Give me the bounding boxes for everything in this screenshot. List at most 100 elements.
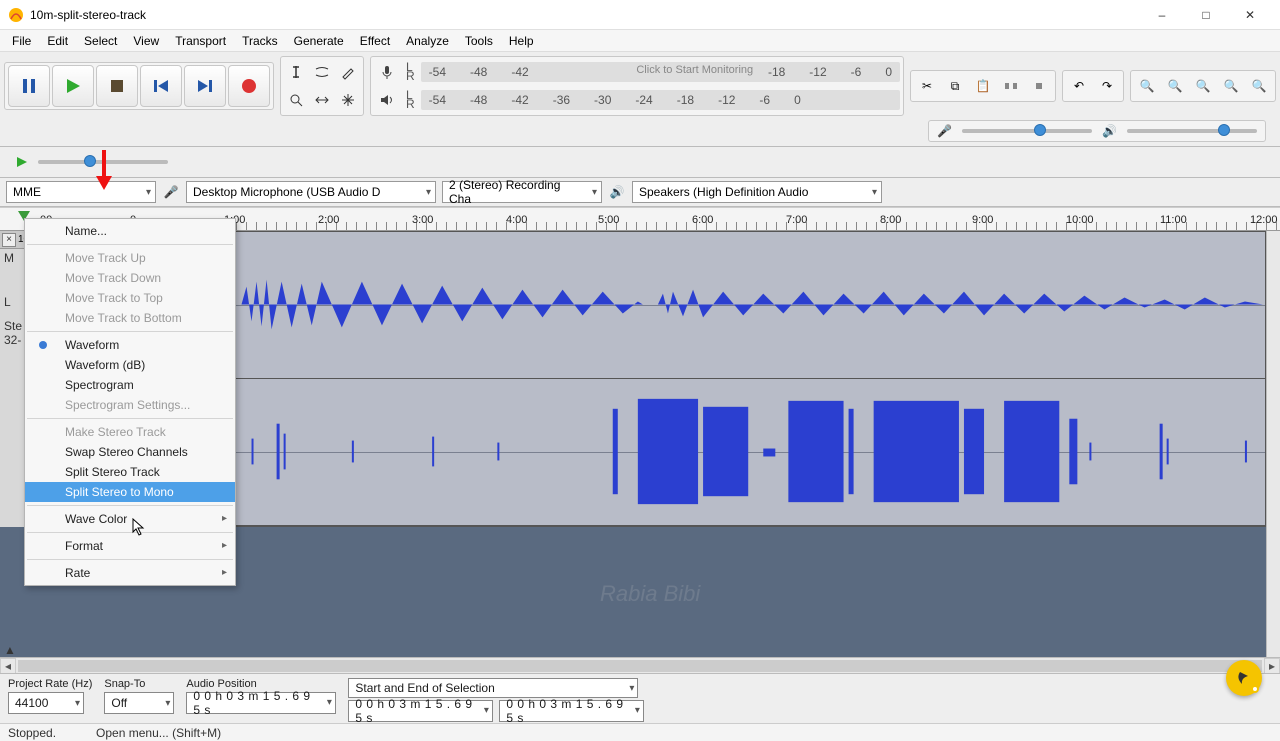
menu-effect[interactable]: Effect [352, 32, 398, 50]
menu-wave-color[interactable]: Wave Color▸ [25, 509, 235, 529]
timeshift-tool-icon[interactable] [309, 87, 335, 113]
project-rate-dropdown[interactable]: 44100 [8, 692, 84, 714]
fit-project-icon[interactable]: 🔍 [1218, 73, 1244, 99]
mic-icon[interactable] [374, 59, 400, 85]
maximize-button[interactable]: □ [1184, 0, 1228, 30]
close-button[interactable]: ✕ [1228, 0, 1272, 30]
vertical-scrollbar[interactable] [1266, 231, 1280, 673]
recording-volume-slider[interactable] [962, 129, 1092, 133]
track-collapse-icon[interactable]: ▲ [4, 643, 16, 655]
audio-position-field[interactable]: 0 0 h 0 3 m 1 5 . 6 9 5 s [186, 692, 336, 714]
play-at-speed-button[interactable] [12, 152, 32, 172]
copy-icon[interactable]: ⧉ [942, 73, 968, 99]
selection-tool-icon[interactable] [283, 59, 309, 85]
scroll-left-icon[interactable]: ◂ [0, 658, 16, 674]
status-hint: Open menu... (Shift+M) [96, 726, 221, 740]
menu-move-top: Move Track to Top [25, 288, 235, 308]
zoom-toggle-icon[interactable]: 🔍 [1246, 73, 1272, 99]
device-toolbar: MME 🎤 Desktop Microphone (USB Audio D 2 … [0, 178, 1280, 207]
menu-view[interactable]: View [125, 32, 167, 50]
play-speaker-icon: 🔊 [1102, 124, 1117, 138]
track-close-button[interactable]: × [2, 233, 16, 247]
snap-to-dropdown[interactable]: Off [104, 692, 174, 714]
device-toolbar-row [0, 147, 1280, 178]
silence-icon[interactable] [1026, 73, 1052, 99]
waveform-right-channel[interactable] [101, 379, 1265, 526]
menu-move-down: Move Track Down [25, 268, 235, 288]
playback-device-dropdown[interactable]: Speakers (High Definition Audio [632, 181, 882, 203]
horizontal-scrollbar[interactable]: ◂ ▸ [0, 657, 1280, 673]
play-speed-slider[interactable] [38, 160, 168, 164]
overlay-badge-icon [1226, 660, 1262, 696]
menu-edit[interactable]: Edit [39, 32, 76, 50]
zoom-toolbar: 🔍 🔍 🔍 🔍 🔍 [1130, 70, 1276, 102]
undo-toolbar: ↶ ↷ [1062, 70, 1124, 102]
cut-icon[interactable]: ✂ [914, 73, 940, 99]
menu-rate[interactable]: Rate▸ [25, 563, 235, 583]
scrollbar-thumb[interactable] [18, 660, 1262, 672]
zoom-tool-icon[interactable] [283, 87, 309, 113]
menu-waveform-db[interactable]: Waveform (dB) [25, 355, 235, 375]
menu-waveform[interactable]: Waveform [25, 335, 235, 355]
recording-channels-dropdown[interactable]: 2 (Stereo) Recording Cha [442, 181, 602, 203]
menu-name[interactable]: Name... [25, 221, 235, 241]
menu-transport[interactable]: Transport [167, 32, 234, 50]
recording-meter[interactable]: -54 -48 -42 Click to Start Monitoring -1… [421, 62, 900, 82]
menu-move-up: Move Track Up [25, 248, 235, 268]
play-lr-label: LR [406, 91, 415, 109]
menu-file[interactable]: File [4, 32, 39, 50]
selection-mode-dropdown[interactable]: Start and End of Selection [348, 678, 638, 698]
skip-start-button[interactable] [140, 65, 182, 107]
zoom-out-icon[interactable]: 🔍 [1162, 73, 1188, 99]
selection-start-field[interactable]: 0 0 h 0 3 m 1 5 . 6 9 5 s [348, 700, 493, 722]
app-logo-icon [8, 7, 24, 23]
skip-end-button[interactable] [184, 65, 226, 107]
recording-device-dropdown[interactable]: Desktop Microphone (USB Audio D [186, 181, 436, 203]
menu-move-bottom: Move Track to Bottom [25, 308, 235, 328]
scroll-right-icon[interactable]: ▸ [1264, 658, 1280, 674]
rec-lr-label: LR [406, 63, 415, 81]
fit-selection-icon[interactable]: 🔍 [1190, 73, 1216, 99]
paste-icon[interactable]: 📋 [970, 73, 996, 99]
redo-icon[interactable]: ↷ [1094, 73, 1120, 99]
menu-tracks[interactable]: Tracks [234, 32, 286, 50]
edit-toolbar: ✂ ⧉ 📋 [910, 70, 1056, 102]
rec-device-icon: 🎤 [162, 183, 180, 201]
menu-generate[interactable]: Generate [286, 32, 352, 50]
menu-format[interactable]: Format▸ [25, 536, 235, 556]
playback-volume-slider[interactable] [1127, 129, 1257, 133]
menu-help[interactable]: Help [501, 32, 542, 50]
play-button[interactable] [52, 65, 94, 107]
menu-spectrogram[interactable]: Spectrogram [25, 375, 235, 395]
window-title: 10m-split-stereo-track [30, 8, 146, 22]
waveform-display[interactable] [100, 231, 1266, 527]
envelope-tool-icon[interactable] [309, 59, 335, 85]
waveform-left-channel[interactable] [101, 232, 1265, 379]
track-context-menu: Name... Move Track Up Move Track Down Mo… [24, 218, 236, 586]
project-rate-label: Project Rate (Hz) [8, 678, 92, 690]
selection-toolbar: Project Rate (Hz) 44100 Snap-To Off Audi… [0, 673, 1280, 723]
trim-icon[interactable] [998, 73, 1024, 99]
menu-spectrogram-settings: Spectrogram Settings... [25, 395, 235, 415]
undo-icon[interactable]: ↶ [1066, 73, 1092, 99]
menu-split-stereo[interactable]: Split Stereo Track [25, 462, 235, 482]
audio-host-dropdown[interactable]: MME [6, 181, 156, 203]
record-button[interactable] [228, 65, 270, 107]
menu-tools[interactable]: Tools [457, 32, 501, 50]
playback-meter[interactable]: -54 -48 -42 -36 -30 -24 -18 -12 -6 0 [421, 90, 900, 110]
draw-tool-icon[interactable] [335, 59, 361, 85]
speaker-icon[interactable] [374, 87, 400, 113]
meter-click-hint: Click to Start Monitoring [636, 64, 753, 76]
menu-analyze[interactable]: Analyze [398, 32, 457, 50]
menu-make-stereo: Make Stereo Track [25, 422, 235, 442]
pause-button[interactable] [8, 65, 50, 107]
snap-to-label: Snap-To [104, 678, 174, 690]
stop-button[interactable] [96, 65, 138, 107]
selection-end-field[interactable]: 0 0 h 0 3 m 1 5 . 6 9 5 s [499, 700, 644, 722]
menu-swap-channels[interactable]: Swap Stereo Channels [25, 442, 235, 462]
zoom-in-icon[interactable]: 🔍 [1134, 73, 1160, 99]
menu-split-stereo-to-mono[interactable]: Split Stereo to Mono [25, 482, 235, 502]
multi-tool-icon[interactable] [335, 87, 361, 113]
menu-select[interactable]: Select [76, 32, 125, 50]
minimize-button[interactable]: – [1140, 0, 1184, 30]
